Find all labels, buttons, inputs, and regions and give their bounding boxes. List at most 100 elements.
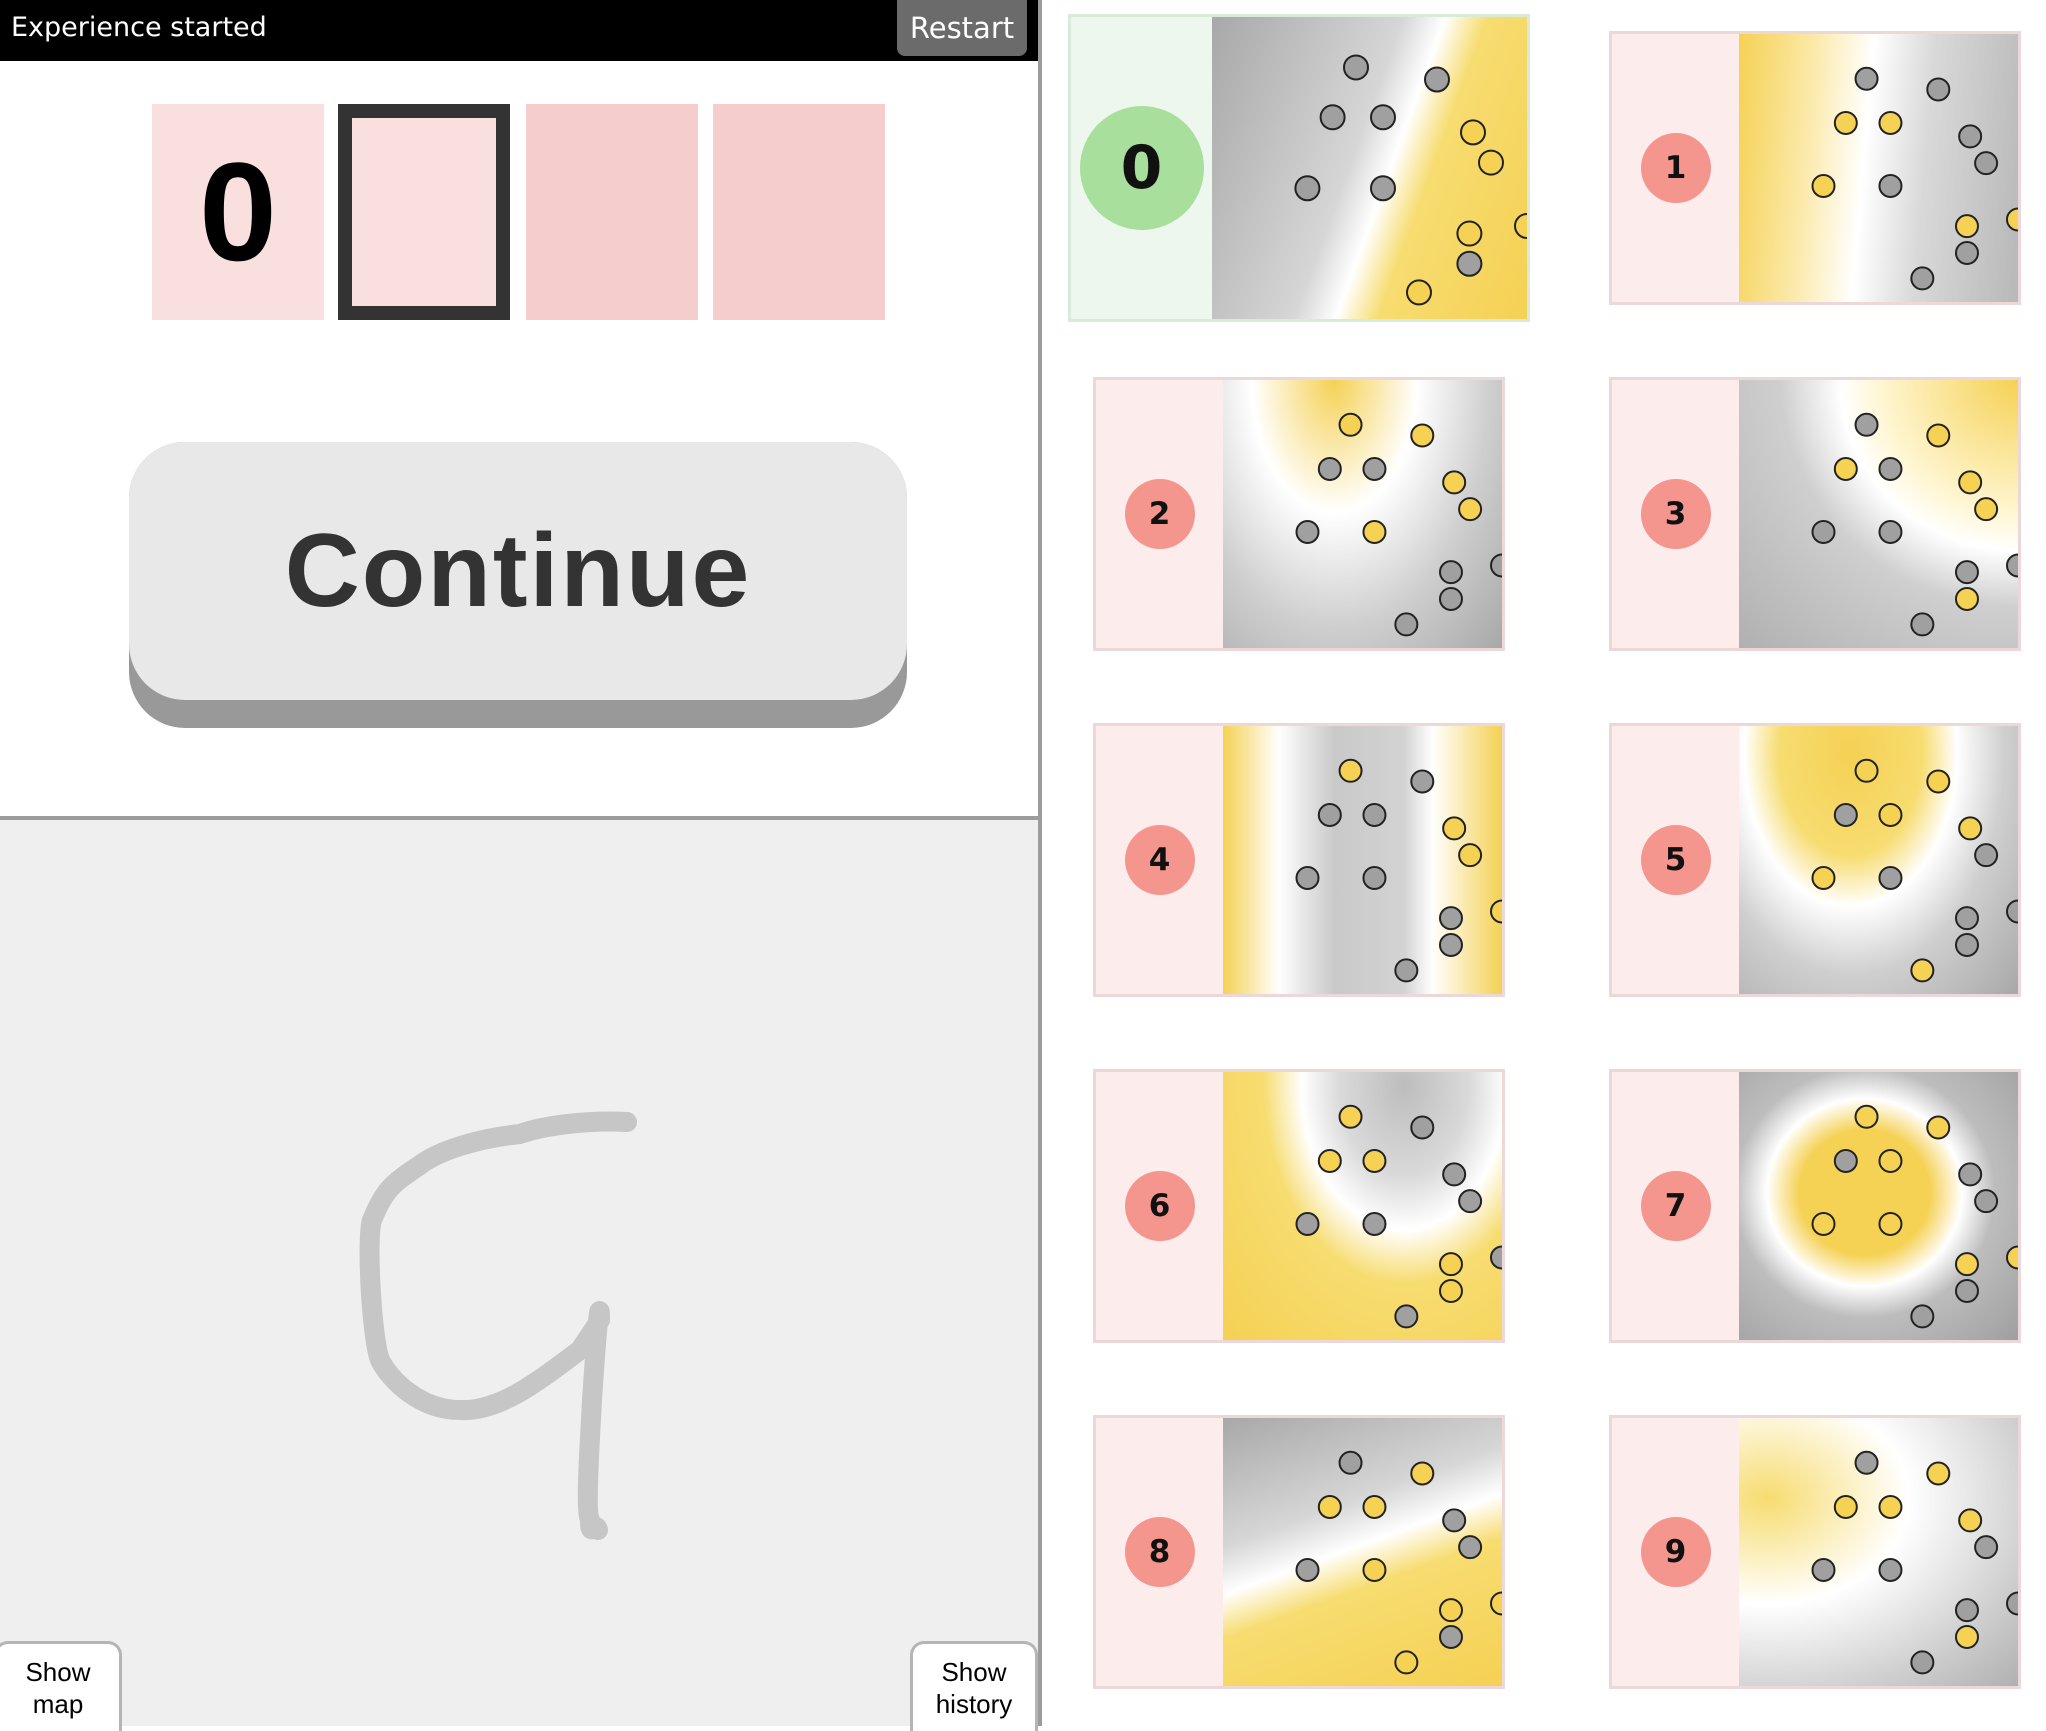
data-point: [1878, 865, 1903, 890]
data-point: [1910, 266, 1935, 291]
data-point: [1954, 932, 1979, 957]
class-card-2[interactable]: 2: [1093, 377, 1514, 651]
class-badge: 1: [1640, 133, 1711, 203]
data-point: [1362, 802, 1387, 827]
data-point: [1370, 175, 1396, 202]
class-card-4[interactable]: 4: [1093, 723, 1514, 997]
restart-button[interactable]: Restart: [897, 0, 1027, 56]
data-point: [1811, 865, 1836, 890]
data-point: [1338, 758, 1363, 783]
data-point: [1878, 110, 1903, 135]
data-point: [1394, 612, 1419, 637]
data-point: [1811, 173, 1836, 198]
data-point: [1878, 456, 1903, 481]
class-card-9[interactable]: 9: [1609, 1415, 2030, 1689]
data-point: [1833, 110, 1858, 135]
data-point: [1958, 124, 1983, 149]
class-badge: 4: [1124, 825, 1195, 895]
show-history-tab[interactable]: Show history: [910, 1641, 1038, 1731]
data-point: [1926, 1115, 1951, 1140]
data-point: [1317, 1148, 1342, 1173]
digit-slot-2-selected[interactable]: [338, 104, 510, 320]
data-point: [1410, 423, 1435, 448]
data-points: [1811, 1104, 2030, 1329]
data-point: [1394, 1304, 1419, 1329]
data-point: [1438, 1278, 1463, 1303]
data-point: [1295, 1211, 1320, 1236]
data-point: [1338, 1104, 1363, 1129]
data-point: [1362, 1557, 1387, 1582]
data-point: [1458, 843, 1483, 868]
data-point: [1319, 104, 1346, 131]
decision-map: [1739, 726, 2030, 994]
data-point: [2006, 1245, 2030, 1270]
data-point: [1490, 1245, 1514, 1270]
data-points: [1295, 758, 1514, 983]
data-point: [1362, 519, 1387, 544]
data-point: [1974, 497, 1999, 522]
digit-slot-3[interactable]: [526, 104, 698, 320]
data-point: [1410, 1461, 1435, 1486]
data-point: [1406, 279, 1432, 306]
data-point: [1854, 412, 1879, 437]
class-card-8[interactable]: 8: [1093, 1415, 1514, 1689]
data-point: [1442, 470, 1467, 495]
digit-slot-4[interactable]: [713, 104, 885, 320]
top-bar: Experience started Restart: [0, 0, 1038, 61]
class-card-3[interactable]: 3: [1609, 377, 2030, 651]
left-panel: Experience started Restart 0 Continue Sh…: [0, 0, 1040, 1731]
class-badge: 0: [1079, 106, 1204, 230]
drawing-canvas[interactable]: [0, 820, 1038, 1726]
data-point: [1958, 470, 1983, 495]
class-badge: 7: [1640, 1171, 1711, 1241]
class-badge: 9: [1640, 1517, 1711, 1587]
data-point: [1438, 906, 1463, 931]
digit-slot-1: 0: [152, 104, 324, 320]
continue-button[interactable]: Continue: [129, 442, 907, 728]
class-card-0[interactable]: 0: [1068, 14, 1540, 322]
data-point: [1343, 54, 1369, 81]
data-points: [1811, 66, 2030, 291]
data-point: [1811, 1211, 1836, 1236]
data-point: [1833, 1148, 1858, 1173]
data-point: [1954, 560, 1979, 585]
data-point: [1394, 1650, 1419, 1675]
continue-label: Continue: [129, 442, 907, 700]
data-point: [2006, 899, 2030, 924]
data-point: [1362, 865, 1387, 890]
data-point: [1295, 519, 1320, 544]
data-point: [1294, 175, 1321, 202]
data-point: [1878, 173, 1903, 198]
class-card-6[interactable]: 6: [1093, 1069, 1514, 1343]
data-point: [1833, 802, 1858, 827]
data-point: [1910, 612, 1935, 637]
data-point: [1317, 1494, 1342, 1519]
decision-map: [1739, 380, 2030, 648]
data-point: [1954, 1278, 1979, 1303]
data-point: [1338, 412, 1363, 437]
data-point: [1295, 1557, 1320, 1582]
data-point: [1317, 802, 1342, 827]
data-point: [1811, 1557, 1836, 1582]
data-points: [1811, 412, 2030, 637]
class-badge: 8: [1124, 1517, 1195, 1587]
data-point: [1926, 769, 1951, 794]
show-map-tab[interactable]: Show map: [0, 1641, 122, 1731]
data-point: [1878, 519, 1903, 544]
data-point: [1410, 1115, 1435, 1140]
class-card-5[interactable]: 5: [1609, 723, 2030, 997]
data-points: [1295, 412, 1514, 637]
data-point: [1926, 423, 1951, 448]
class-badge: 3: [1640, 479, 1711, 549]
data-point: [1442, 1508, 1467, 1533]
data-point: [1878, 802, 1903, 827]
data-point: [1456, 250, 1483, 277]
data-point: [1442, 816, 1467, 841]
class-card-7[interactable]: 7: [1609, 1069, 2030, 1343]
data-point: [1362, 1148, 1387, 1173]
data-point: [1954, 586, 1979, 611]
class-card-1[interactable]: 1: [1609, 31, 2030, 305]
decision-map: [1739, 1072, 2030, 1340]
data-point: [1442, 1162, 1467, 1187]
data-point: [1974, 843, 1999, 868]
